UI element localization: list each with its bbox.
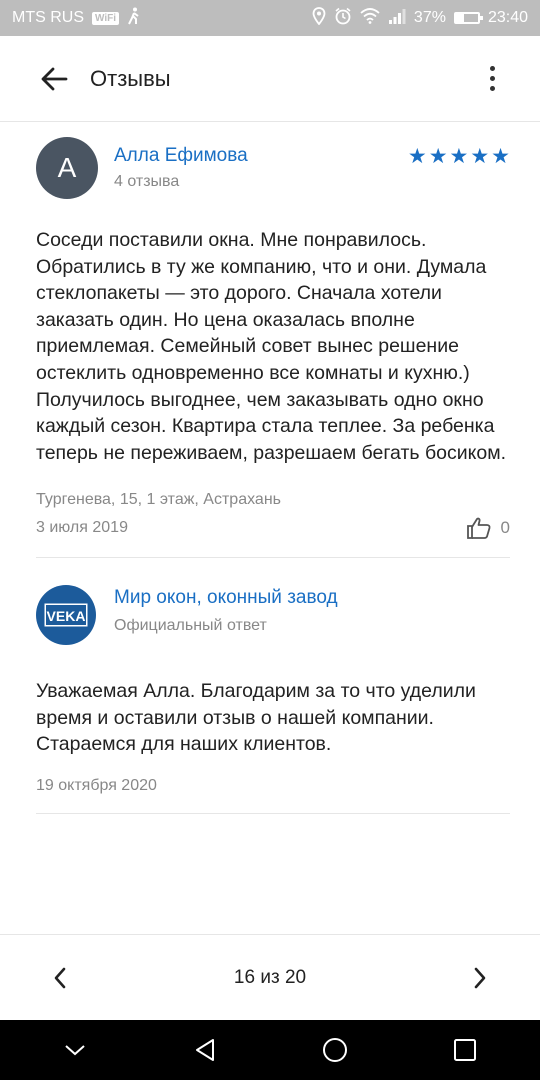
app-bar: Отзывы [0,36,540,122]
review-author-count: 4 отзыва [114,173,180,190]
avatar[interactable]: A [36,137,98,199]
circle-home-icon [323,1038,347,1062]
page-title: Отзывы [90,65,171,91]
star-icon: ★ [491,145,510,168]
divider [36,812,510,814]
square-recents-icon [454,1039,476,1061]
location-icon [312,6,326,30]
triangle-back-icon [196,1039,214,1061]
wifi-calling-badge: WiFi [92,11,120,25]
page-indicator: 16 из 20 [233,966,307,988]
wifi-icon [360,7,380,29]
status-bar: MTS RUS WiFi 37% 23:40 [0,0,540,36]
review-author-name[interactable]: Алла Ефимова [114,145,248,167]
official-reply-label: Официальный ответ [114,617,267,634]
logo-text: VEKA [47,608,86,624]
signal-icon [388,8,406,29]
review-text: Соседи поставили окна. Мне понравилось. … [36,229,507,464]
battery-icon [453,12,483,24]
star-icon: ★ [449,145,469,168]
chevron-down-icon [65,1045,85,1056]
company-name[interactable]: Мир окон, оконный завод [114,587,338,609]
system-nav-bar [0,1020,540,1080]
more-vertical-icon [489,66,495,71]
walking-icon [127,7,141,30]
battery-percent: 37% [413,9,446,26]
star-icon: ★ [407,145,427,168]
company-reply: VEKA Мир окон, оконный завод Официальный… [36,585,510,814]
review-card: A Алла Ефимова 4 отзыва ★ ★ ★ ★ ★ Соседи пос… [36,122,510,559]
home-button[interactable] [305,1025,365,1075]
chevron-left-icon [54,967,66,988]
previous-button[interactable] [40,958,80,998]
pager: 16 из 20 [0,934,540,1020]
star-icon: ★ [470,145,490,168]
chevron-right-icon [474,967,486,988]
thumbs-up-icon [466,518,491,540]
star-icon: ★ [428,145,448,168]
like-count: 0 [500,518,510,538]
back-button[interactable] [24,49,84,109]
more-options-button[interactable] [480,59,504,99]
alarm-icon [334,7,352,30]
clock: 23:40 [487,9,528,26]
next-button[interactable] [460,958,500,998]
reply-date: 19 октября 2020 [36,776,157,794]
carrier-name: MTS RUS [12,9,84,26]
reply-text: Уважаемая Алла. Благодарим за то что уде… [36,680,476,756]
arrow-left-icon [41,67,68,90]
company-logo[interactable]: VEKA [36,585,96,645]
recents-button[interactable] [435,1025,495,1075]
battery-level [455,14,465,22]
back-nav-button[interactable] [175,1025,235,1075]
divider [36,557,510,559]
rating-stars: ★ ★ ★ ★ ★ [408,137,510,169]
review-date: 3 июля 2019 [36,519,128,537]
review-address: Тургенева, 15, 1 этаж, Астрахань [36,491,281,509]
hide-keyboard-button[interactable] [45,1025,105,1075]
like-button[interactable]: 0 [466,517,510,540]
